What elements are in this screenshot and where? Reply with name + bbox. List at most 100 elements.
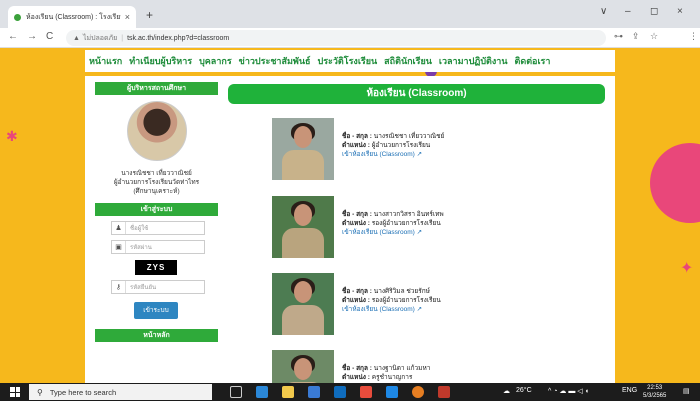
browser-tab-bar: ห้องเรียน (Classroom) : โรงเรียนวัด × + …: [0, 0, 700, 28]
person-photo: [272, 196, 334, 258]
captcha-image: ZYS: [135, 260, 177, 275]
person-name: นางฐานิดา แก้วมหา: [373, 365, 431, 372]
login-heading: เข้าสู่ระบบ: [95, 203, 218, 216]
nav-contact[interactable]: ติดต่อเรา: [515, 54, 551, 68]
minimize-button[interactable]: –: [625, 6, 631, 17]
external-link-icon: ↗: [416, 306, 423, 313]
back-button[interactable]: ←: [8, 31, 18, 42]
key-icon[interactable]: ⊶: [614, 31, 623, 42]
person-photo: [272, 273, 334, 335]
language-indicator[interactable]: ENG: [622, 387, 637, 394]
classroom-link[interactable]: เข้าห้องเรียน (Classroom) ↗: [342, 305, 441, 314]
insecure-label: ไม่ปลอดภัย: [82, 34, 118, 42]
chrome-icon[interactable]: [412, 386, 424, 398]
user-icon: ♟: [112, 222, 126, 234]
task-view-icon[interactable]: [230, 386, 242, 398]
person-photo: [272, 350, 334, 383]
person-name: นางรณิชชา เที่ยววาณิชย์: [373, 133, 445, 140]
position-label: ตำแหน่ง :: [342, 374, 370, 381]
clock-time: 22:53: [647, 385, 663, 391]
notification-icon[interactable]: ▤: [683, 387, 690, 395]
captcha-field[interactable]: ⚷ รหัสยืนยัน: [111, 280, 205, 294]
nav-staff[interactable]: บุคลากร: [199, 54, 232, 68]
classroom-link[interactable]: เข้าห้องเรียน (Classroom) ↗: [342, 228, 444, 237]
password-placeholder: รหัสผ่าน: [130, 245, 152, 251]
person-position: รองผู้อำนวยการโรงเรียน: [371, 297, 441, 304]
person-info: ชื่อ - สกุล : นางฐานิดา แก้วมหา ตำแหน่ง …: [342, 364, 430, 382]
warning-icon: ▲: [73, 34, 80, 42]
person-info: ชื่อ - สกุล : นางสาวกวิสรา อินทร์เทพ ตำแ…: [342, 210, 444, 237]
windows-taskbar: ⚲ Type here to search ☁ 26°C ^ ◔ ☁ ▬ ◁ ◖…: [0, 383, 700, 401]
windows-start-icon[interactable]: [10, 387, 20, 397]
taskbar-search[interactable]: ⚲ Type here to search: [29, 384, 212, 400]
director-name: นางรณิชชา เที่ยววาณิชย์: [121, 170, 192, 177]
director-position: ผู้อำนวยการโรงเรียนวัดท่าไทร: [113, 179, 200, 186]
person-info: ชื่อ - สกุล : นางรณิชชา เที่ยววาณิชย์ ตำ…: [342, 132, 444, 159]
url-text: tsk.ac.th/index.php?d=classroom: [127, 34, 230, 42]
person-name: นางศิริวิมล ช่วยรักษ์: [373, 288, 430, 295]
nav-attendance[interactable]: เวลามาปฏิบัติงาน: [439, 54, 508, 68]
person-card: ชื่อ - สกุล : นางฐานิดา แก้วมหา ตำแหน่ง …: [272, 350, 572, 383]
nav-executives[interactable]: ทำเนียบผู้บริหาร: [129, 54, 192, 68]
app-icon[interactable]: [386, 386, 398, 398]
address-bar[interactable]: ▲ ไม่ปลอดภัย | tsk.ac.th/index.php?d=cla…: [66, 30, 606, 46]
external-link-icon: ↗: [416, 151, 423, 158]
name-label: ชื่อ - สกุล :: [342, 211, 372, 218]
mail-icon[interactable]: [334, 386, 346, 398]
username-field[interactable]: ♟ ชื่อผู้ใช้: [111, 221, 205, 235]
site-favicon: [14, 13, 21, 21]
external-link-icon: ↗: [416, 229, 423, 236]
decorative-star-icon: ✦: [680, 260, 694, 277]
person-card: ชื่อ - สกุล : นางสาวกวิสรา อินทร์เทพ ตำแ…: [272, 196, 572, 258]
decorative-ball: [650, 143, 700, 223]
tab-search-icon[interactable]: ∨: [600, 6, 607, 17]
bookmark-star-icon[interactable]: ☆: [650, 31, 658, 42]
close-window-button[interactable]: ×: [677, 6, 683, 17]
name-label: ชื่อ - สกุล :: [342, 133, 372, 140]
lock-icon: ▣: [112, 241, 126, 253]
tab-title: ห้องเรียน (Classroom) : โรงเรียนวัด: [26, 13, 121, 21]
address-bar-row: ← → C ▲ ไม่ปลอดภัย | tsk.ac.th/index.php…: [0, 28, 700, 72]
weather-icon[interactable]: ☁: [503, 387, 510, 395]
director-position-note: (ศึกษานุเคราะห์): [133, 188, 180, 195]
key-icon: ⚷: [112, 281, 126, 293]
director-photo: [126, 101, 187, 161]
tab-close-icon[interactable]: ×: [125, 12, 130, 22]
taskbar-clock[interactable]: 22:53 5/3/2565: [643, 384, 666, 400]
password-field[interactable]: ▣ รหัสผ่าน: [111, 240, 205, 254]
clock-date: 5/3/2565: [643, 393, 667, 399]
url-separator: |: [121, 34, 124, 42]
maximize-button[interactable]: ◻: [650, 6, 658, 17]
new-tab-button[interactable]: +: [146, 8, 153, 22]
person-position: ครูชำนาญการ: [371, 374, 413, 381]
browser-tab[interactable]: ห้องเรียน (Classroom) : โรงเรียนวัด ×: [8, 6, 136, 28]
file-explorer-icon[interactable]: [282, 386, 294, 398]
share-icon[interactable]: ⇪: [632, 31, 640, 42]
taskbar-search-placeholder: Type here to search: [49, 387, 117, 397]
nav-student-stats[interactable]: สถิตินักเรียน: [384, 54, 432, 68]
forward-button[interactable]: →: [27, 31, 37, 42]
person-info: ชื่อ - สกุล : นางศิริวิมล ช่วยรักษ์ ตำแห…: [342, 287, 441, 314]
person-photo: [272, 118, 334, 180]
nav-history[interactable]: ประวัติโรงเรียน: [317, 54, 377, 68]
classroom-link[interactable]: เข้าห้องเรียน (Classroom) ↗: [342, 150, 444, 159]
edge-icon[interactable]: [256, 386, 268, 398]
position-label: ตำแหน่ง :: [342, 142, 370, 149]
nav-home[interactable]: หน้าแรก: [89, 54, 122, 68]
app-icon[interactable]: [438, 386, 450, 398]
store-icon[interactable]: [308, 386, 320, 398]
person-card: ชื่อ - สกุล : นางรณิชชา เที่ยววาณิชย์ ตำ…: [272, 118, 572, 180]
name-label: ชื่อ - สกุล :: [342, 365, 372, 372]
app-icon[interactable]: [360, 386, 372, 398]
system-tray-icons[interactable]: ^ ◔ ☁ ▬ ◁ ◖: [548, 387, 589, 395]
person-position: รองผู้อำนวยการโรงเรียน: [371, 220, 441, 227]
reload-button[interactable]: C: [46, 31, 53, 42]
position-label: ตำแหน่ง :: [342, 297, 370, 304]
director-heading: ผู้บริหารสถานศึกษา: [95, 82, 218, 95]
nav-news[interactable]: ข่าวประชาสัมพันธ์: [239, 54, 311, 68]
menu-kebab-icon[interactable]: ⋮: [689, 31, 698, 42]
login-button[interactable]: เข้าระบบ: [134, 302, 178, 319]
temperature[interactable]: 26°C: [516, 387, 532, 394]
person-card: ชื่อ - สกุล : นางศิริวิมล ช่วยรักษ์ ตำแห…: [272, 273, 572, 335]
name-label: ชื่อ - สกุล :: [342, 288, 372, 295]
